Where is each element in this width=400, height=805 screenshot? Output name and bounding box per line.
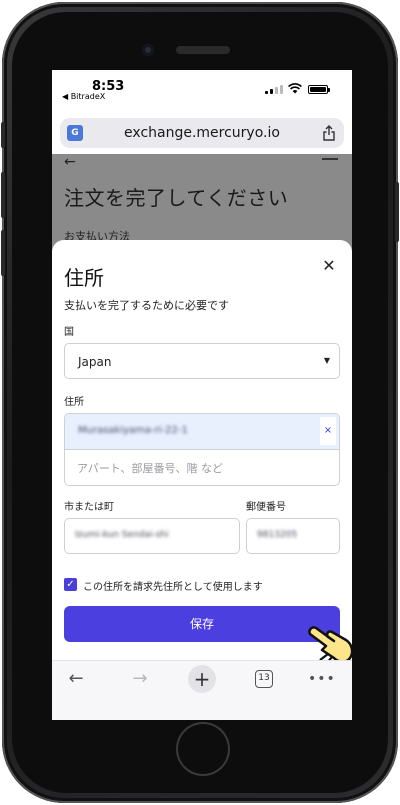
zip-value: 9813205 <box>257 530 298 540</box>
url-text[interactable]: exchange.mercuryo.io <box>60 125 344 141</box>
page-menu-icon <box>322 158 338 160</box>
volume-up-button <box>1 172 5 218</box>
volume-down-button <box>1 230 5 276</box>
back-to-app-link[interactable]: ◀ BitradeX <box>62 92 105 101</box>
new-tab-plus-icon[interactable]: + <box>188 665 216 693</box>
sheet-subtitle: 支払いを完了するために必要です <box>64 299 229 312</box>
city-field[interactable]: Izumi-kun Sendai-shi <box>64 518 240 554</box>
earpiece-speaker <box>176 46 230 54</box>
sheet-title: 住所 <box>64 266 104 290</box>
city-value: Izumi-kun Sendai-shi <box>75 530 169 540</box>
more-menu-icon[interactable]: ••• <box>308 667 335 691</box>
address-line1-field[interactable]: Murasakiyama-ri-22-1 × <box>65 414 339 450</box>
address-line2-input[interactable] <box>77 459 327 477</box>
forward-arrow-icon[interactable]: → <box>128 667 152 691</box>
address-line2-field[interactable] <box>65 450 339 485</box>
address-line1-value: Murasakiyama-ri-22-1 <box>78 425 188 436</box>
phone-frame: 8:53 ◀ BitradeX G exchange.mercuryo.io ←… <box>1 2 399 803</box>
zip-label: 郵便番号 <box>246 502 286 513</box>
billing-address-checkbox[interactable]: ✓ <box>64 578 77 591</box>
page-back-arrow-icon: ← <box>64 154 76 170</box>
billing-address-label[interactable]: この住所を請求先住所として使用します <box>83 578 263 593</box>
home-button[interactable] <box>176 722 230 776</box>
silent-switch <box>1 122 5 148</box>
address-input-group: Murasakiyama-ri-22-1 × <box>64 413 340 486</box>
tab-count-button[interactable]: 13 <box>255 670 273 688</box>
back-arrow-icon[interactable]: ← <box>64 667 88 691</box>
country-label: 国 <box>64 327 74 338</box>
battery-icon <box>308 85 330 94</box>
screen: 8:53 ◀ BitradeX G exchange.mercuryo.io ←… <box>52 70 352 720</box>
save-button[interactable]: 保存 <box>64 606 340 642</box>
browser-toolbar: ← → + 13 ••• <box>52 660 352 720</box>
zip-field[interactable]: 9813205 <box>246 518 340 554</box>
page-title: 注文を完了してください <box>64 186 289 210</box>
city-label: 市または町 <box>64 502 114 513</box>
share-icon[interactable] <box>322 125 336 141</box>
power-button <box>395 182 399 242</box>
address-label: 住所 <box>64 397 84 408</box>
address-bar[interactable]: G exchange.mercuryo.io <box>60 118 344 148</box>
wifi-icon <box>288 83 302 94</box>
country-select[interactable]: Japan ▼ <box>64 343 340 379</box>
address-sheet: 住所 ✕ 支払いを完了するために必要です 国 Japan ▼ 住所 Murasa… <box>52 240 352 660</box>
chevron-down-icon: ▼ <box>323 356 330 365</box>
close-icon[interactable]: ✕ <box>320 257 338 275</box>
status-bar: 8:53 ◀ BitradeX <box>52 70 352 104</box>
cellular-signal-icon <box>265 84 283 94</box>
country-value: Japan <box>78 355 112 369</box>
clear-icon[interactable]: × <box>320 417 336 445</box>
front-camera <box>142 44 154 56</box>
